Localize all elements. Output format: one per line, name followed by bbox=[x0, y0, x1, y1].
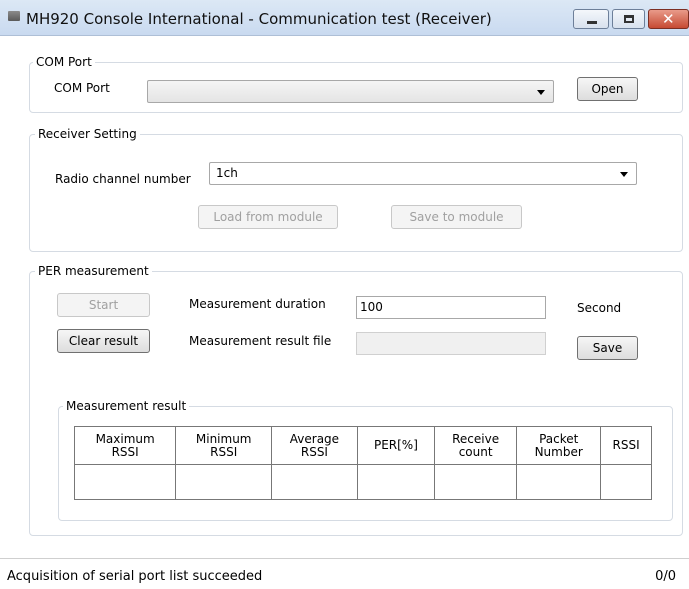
save-to-module-button[interactable]: Save to module bbox=[391, 205, 522, 229]
column-header-per: PER[%] bbox=[356, 426, 436, 465]
status-count: 0/0 bbox=[655, 569, 676, 584]
table-row bbox=[73, 464, 652, 500]
measurement-result-file-input[interactable] bbox=[356, 332, 546, 355]
dropdown-arrow-icon bbox=[620, 172, 628, 177]
receiver-setting-group bbox=[29, 134, 683, 252]
title-bar: MH920 Console International - Communicat… bbox=[0, 0, 689, 36]
close-button[interactable]: ✕ bbox=[648, 9, 689, 29]
minimize-button[interactable] bbox=[573, 9, 609, 29]
radio-channel-label: Radio channel number bbox=[55, 172, 191, 186]
column-header-line: Average bbox=[289, 431, 340, 446]
app-icon bbox=[8, 11, 20, 21]
save-result-button[interactable]: Save bbox=[577, 336, 638, 360]
column-header-average-rssi: Average RSSI bbox=[271, 426, 358, 465]
open-button[interactable]: Open bbox=[577, 77, 638, 101]
start-button[interactable]: Start bbox=[57, 293, 150, 317]
per-measurement-group-title: PER measurement bbox=[35, 264, 152, 278]
close-icon: ✕ bbox=[662, 10, 675, 28]
com-port-label: COM Port bbox=[54, 81, 110, 95]
measurement-duration-input[interactable]: 100 bbox=[356, 296, 546, 319]
column-header-line: RSSI bbox=[612, 438, 640, 452]
com-port-select[interactable] bbox=[147, 80, 554, 103]
minimize-icon bbox=[587, 21, 597, 24]
table-cell bbox=[516, 464, 602, 500]
column-header-maximum-rssi: Maximum RSSI bbox=[73, 426, 177, 465]
table-cell bbox=[434, 464, 518, 500]
column-header-receive-count: Receive count bbox=[434, 426, 518, 465]
table-cell bbox=[600, 464, 652, 500]
column-header-line: RSSI bbox=[111, 444, 139, 459]
maximize-icon bbox=[624, 15, 634, 23]
status-bar: Acquisition of serial port list succeede… bbox=[0, 558, 689, 589]
receiver-setting-group-title: Receiver Setting bbox=[35, 127, 140, 141]
measurement-duration-label: Measurement duration bbox=[189, 297, 326, 311]
load-from-module-button[interactable]: Load from module bbox=[198, 205, 338, 229]
measurement-result-file-label: Measurement result file bbox=[189, 334, 332, 348]
column-header-line: Minimum bbox=[195, 431, 252, 446]
column-header-line: PER[%] bbox=[373, 438, 418, 452]
status-message: Acquisition of serial port list succeede… bbox=[7, 569, 263, 584]
column-header-line: Packet bbox=[539, 431, 579, 446]
maximize-button[interactable] bbox=[612, 9, 645, 29]
radio-channel-select[interactable]: 1ch bbox=[209, 162, 637, 185]
radio-channel-value: 1ch bbox=[216, 166, 238, 180]
column-header-rssi: RSSI bbox=[600, 426, 652, 465]
column-header-line: count bbox=[458, 444, 493, 459]
column-header-line: Receive bbox=[452, 431, 500, 446]
duration-unit-label: Second bbox=[577, 301, 622, 315]
column-header-line: RSSI bbox=[210, 444, 238, 459]
column-header-packet-number: Packet Number bbox=[516, 426, 602, 465]
measurement-result-table: Maximum RSSI Minimum RSSI Average RSSI PER[… bbox=[73, 426, 652, 500]
column-header-line: Maximum bbox=[95, 431, 155, 446]
column-header-minimum-rssi: Minimum RSSI bbox=[175, 426, 273, 465]
clear-result-button[interactable]: Clear result bbox=[57, 329, 150, 353]
table-cell bbox=[271, 464, 358, 500]
measurement-result-group-title: Measurement result bbox=[63, 399, 190, 413]
table-cell bbox=[356, 464, 436, 500]
table-cell bbox=[175, 464, 273, 500]
column-header-line: Number bbox=[534, 444, 583, 459]
column-header-line: RSSI bbox=[300, 444, 328, 459]
com-port-group-title: COM Port bbox=[33, 55, 95, 69]
table-cell bbox=[73, 464, 177, 500]
window-title: MH920 Console International - Communicat… bbox=[26, 10, 492, 28]
dropdown-arrow-icon bbox=[537, 90, 545, 95]
